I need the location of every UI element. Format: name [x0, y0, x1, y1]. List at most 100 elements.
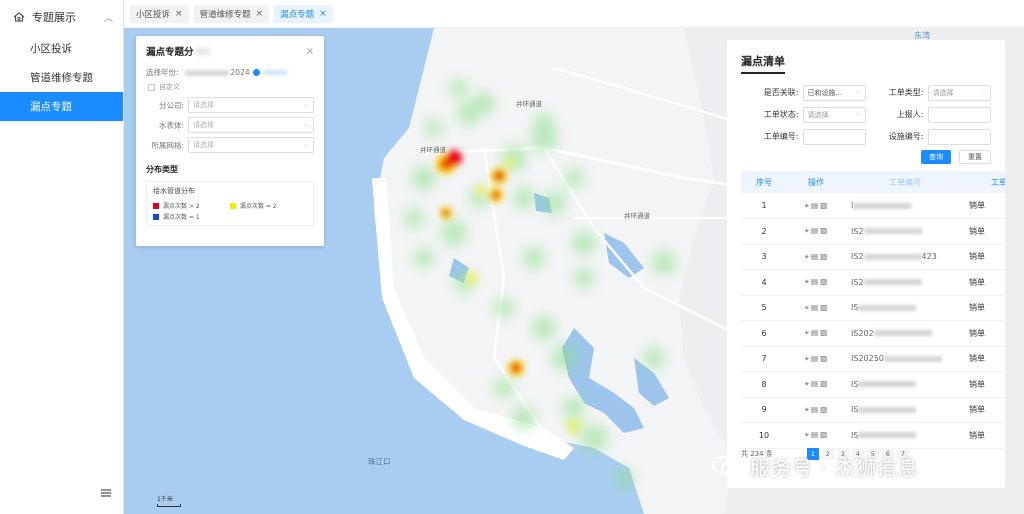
chevron-down-icon: ⌵ — [303, 100, 309, 109]
detail-icon[interactable]: ▤ — [811, 277, 818, 286]
related-select[interactable]: 已和设施... ⌵ — [802, 84, 866, 101]
legend-item[interactable]: 漏点次数 > 2 — [153, 201, 230, 210]
order-number-input[interactable] — [802, 128, 866, 145]
locate-icon[interactable]: ⌖ — [805, 328, 809, 337]
sidebar-header[interactable]: 专题展示 ︿ — [0, 0, 123, 34]
table-row[interactable]: 7 ⌖ ▤ ▧ IS20250 销单 — [741, 346, 1005, 372]
slider-handle[interactable] — [252, 69, 260, 76]
detail-icon[interactable]: ▤ — [811, 226, 818, 235]
table-row[interactable]: 1 ⌖ ▤ ▧ I 销单 — [741, 193, 1005, 219]
meter-select[interactable]: 请选择 ⌵ — [188, 117, 314, 133]
detail-icon[interactable]: ▤ — [811, 354, 818, 363]
document-icon[interactable]: ▧ — [820, 328, 827, 337]
map-road-label: 井环通道 — [420, 146, 446, 154]
document-icon[interactable]: ▧ — [820, 430, 827, 439]
row-actions: ⌖ ▤ ▧ — [787, 320, 845, 347]
locate-icon[interactable]: ⌖ — [805, 430, 809, 439]
topic-icon — [13, 12, 25, 22]
table-row[interactable]: 6 ⌖ ▤ ▧ IS202 销单 — [741, 320, 1005, 347]
grid-filter: 所属网格: 请选择 ⌵ — [146, 137, 314, 153]
document-icon[interactable]: ▧ — [820, 405, 827, 414]
legend-item[interactable]: 漏点次数 = 1 — [153, 212, 230, 221]
locate-icon[interactable]: ⌖ — [805, 226, 809, 235]
order-status: 销单 — [965, 244, 1005, 270]
sidebar-item-pipe-repair[interactable]: 管道维修专题 — [0, 63, 123, 92]
select-placeholder: 请选择 — [193, 121, 214, 129]
document-icon[interactable]: ▧ — [820, 277, 827, 286]
order-status: 销单 — [965, 346, 1005, 372]
tab-pipe-repair[interactable]: 管道维修专题 × — [193, 4, 270, 23]
meter-filter: 水表体: 请选择 ⌵ — [146, 117, 314, 133]
code-prefix: IS — [851, 430, 859, 440]
tab-leak-points[interactable]: 漏点专题 × — [274, 4, 333, 23]
section-title: 分布类型 — [146, 165, 178, 174]
detail-icon[interactable]: ▤ — [811, 303, 818, 312]
order-type-select[interactable]: 请选择 ⌵ — [927, 84, 991, 101]
table-row[interactable]: 5 ⌖ ▤ ▧ IS 销单 — [741, 295, 1005, 321]
tab-complaints[interactable]: 小区投诉 × — [130, 4, 189, 23]
document-icon[interactable]: ▧ — [820, 201, 827, 210]
watermark: 服务号 · 杰狮信息 — [712, 452, 919, 481]
grid-select[interactable]: 请选择 ⌵ — [188, 137, 314, 153]
detail-icon[interactable]: ▤ — [811, 201, 818, 210]
row-actions: ⌖ ▤ ▧ — [787, 397, 845, 423]
order-number: IS20250 — [845, 346, 965, 372]
order-status: 销单 — [965, 397, 1005, 423]
locate-icon[interactable]: ⌖ — [805, 354, 809, 363]
document-icon[interactable]: ▧ — [820, 354, 827, 363]
order-number: IS2 — [845, 269, 965, 296]
document-icon[interactable]: ▧ — [820, 379, 827, 388]
menu-icon[interactable] — [101, 487, 111, 500]
reporter-input[interactable] — [927, 106, 991, 123]
order-number: I — [845, 193, 965, 219]
order-number: IS — [845, 422, 965, 449]
locate-icon[interactable]: ⌖ — [805, 379, 809, 388]
detail-icon[interactable]: ▤ — [811, 328, 818, 337]
document-icon[interactable]: ▧ — [820, 226, 827, 235]
order-number: IS — [845, 295, 965, 321]
locate-icon[interactable]: ⌖ — [805, 303, 809, 312]
document-icon[interactable]: ▧ — [820, 252, 827, 261]
reset-button[interactable]: 重置 — [959, 150, 991, 164]
legend-label: 漏点次数 > 2 — [163, 203, 200, 210]
sidebar-header-label: 专题展示 — [32, 11, 76, 24]
detail-icon[interactable]: ▤ — [811, 252, 818, 261]
table-row[interactable]: 3 ⌖ ▤ ▧ IS2 423 销单 — [741, 244, 1005, 270]
table-row[interactable]: 8 ⌖ ▤ ▧ IS 销单 — [741, 371, 1005, 398]
close-icon[interactable]: × — [319, 9, 327, 19]
legend-item[interactable]: 漏点次数 = 2 — [230, 201, 307, 210]
order-status-select[interactable]: 请选择 ⌵ — [802, 106, 866, 123]
query-button[interactable]: 查询 — [921, 150, 951, 164]
locate-icon[interactable]: ⌖ — [805, 252, 809, 261]
row-number: 1 — [741, 193, 787, 219]
close-icon[interactable]: × — [306, 46, 314, 57]
custom-checkbox[interactable]: 自定义 — [146, 82, 314, 92]
locate-icon[interactable]: ⌖ — [805, 405, 809, 414]
table-row[interactable]: 4 ⌖ ▤ ▧ IS2 销单 — [741, 269, 1005, 296]
detail-icon[interactable]: ▤ — [811, 430, 818, 439]
document-icon[interactable]: ▧ — [820, 303, 827, 312]
row-number: 9 — [741, 397, 787, 423]
table-row[interactable]: 2 ⌖ ▤ ▧ IS2 销单 — [741, 218, 1005, 245]
year-selector[interactable]: 选择年份: 2024 — [146, 67, 314, 78]
code-prefix: IS — [851, 405, 859, 415]
tab-label: 漏点专题 — [280, 9, 315, 20]
order-status: 销单 — [965, 422, 1005, 449]
order-number: IS202 — [845, 320, 965, 347]
sidebar-item-complaints[interactable]: 小区投诉 — [0, 34, 123, 63]
checkbox-icon — [148, 83, 155, 91]
detail-icon[interactable]: ▤ — [811, 379, 818, 388]
close-icon[interactable]: × — [256, 9, 264, 19]
sidebar-item-leak-points[interactable]: 漏点专题 — [0, 92, 123, 121]
locate-icon[interactable]: ⌖ — [805, 201, 809, 210]
chevron-down-icon: ⌵ — [980, 88, 986, 96]
code-prefix: IS20250 — [851, 354, 884, 364]
table-row[interactable]: 9 ⌖ ▤ ▧ IS 销单 — [741, 397, 1005, 423]
close-icon[interactable]: × — [175, 9, 183, 19]
row-number: 2 — [741, 218, 787, 245]
detail-icon[interactable]: ▤ — [811, 405, 818, 414]
table-row[interactable]: 10 ⌖ ▤ ▧ IS 销单 — [741, 422, 1005, 449]
facility-number-input[interactable] — [927, 128, 991, 145]
locate-icon[interactable]: ⌖ — [805, 277, 809, 286]
branch-select[interactable]: 请选择 ⌵ — [188, 97, 314, 113]
